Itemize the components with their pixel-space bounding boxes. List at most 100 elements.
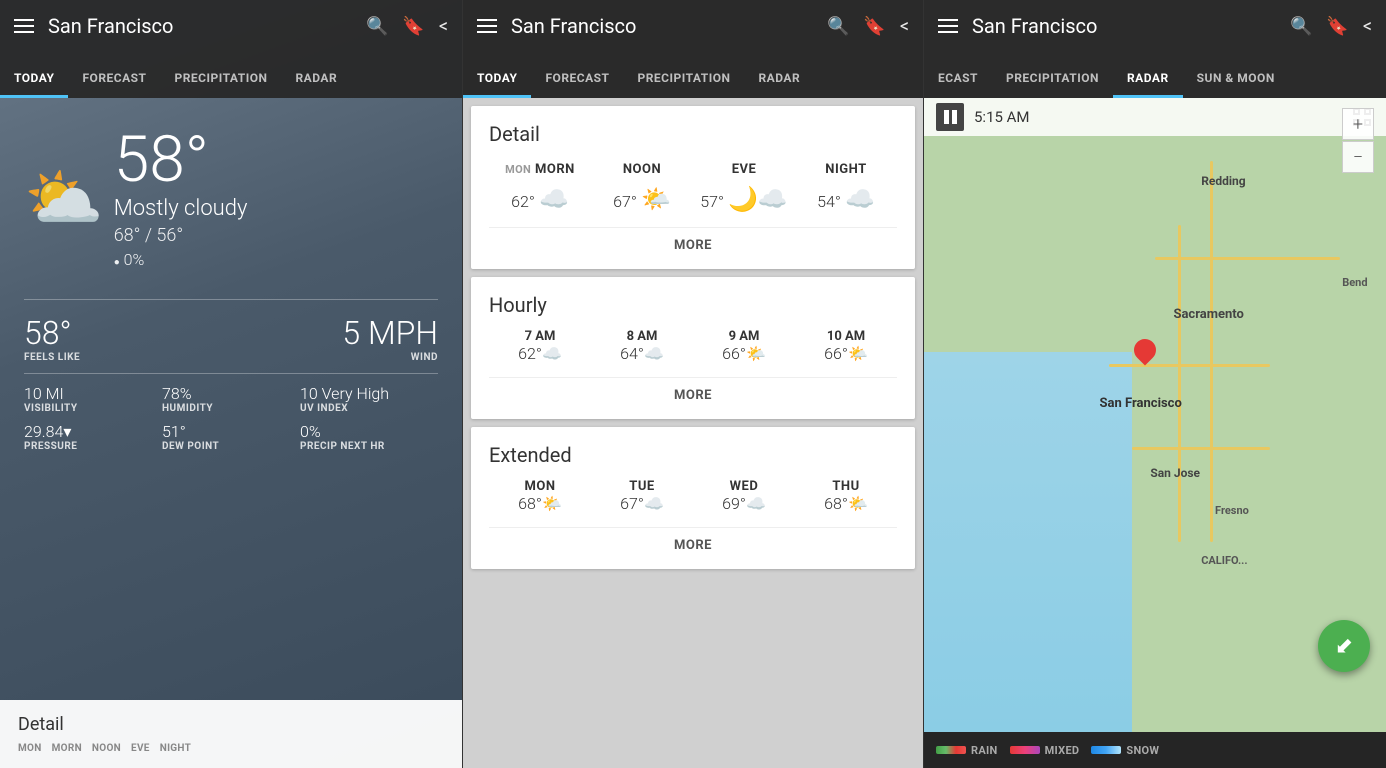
legend-snow-label: SNOW bbox=[1126, 744, 1159, 757]
precip-hr-stat: 0% PRECIP NEXT HR bbox=[300, 422, 438, 452]
right-bookmark-icon[interactable]: 🔖 bbox=[1326, 16, 1348, 37]
extended-temp-3: 68°🌤️ bbox=[795, 494, 897, 513]
right-menu-icon[interactable] bbox=[938, 19, 958, 33]
feels-label: FEELS LIKE bbox=[24, 352, 80, 363]
share-icon[interactable]: < bbox=[439, 16, 448, 37]
detail-data-2: 57° 🌙☁️ bbox=[693, 185, 795, 213]
zoom-out-button[interactable]: − bbox=[1342, 141, 1374, 173]
detail-col-1: NOON bbox=[591, 158, 693, 177]
middle-search-icon[interactable]: 🔍 bbox=[827, 16, 849, 37]
detail-period-0: MORN bbox=[535, 162, 575, 177]
hourly-time-1: 8 AM bbox=[591, 329, 693, 344]
detail-data-1: 67° 🌤️ bbox=[591, 185, 693, 213]
extended-col-1: TUE 67°☁️ bbox=[591, 479, 693, 513]
middle-bookmark-icon[interactable]: 🔖 bbox=[863, 16, 885, 37]
detail-col-3: NIGHT bbox=[795, 158, 897, 177]
detail-icon-2: 🌙☁️ bbox=[728, 185, 788, 213]
right-search-icon[interactable]: 🔍 bbox=[1290, 16, 1312, 37]
extended-icon-2: ☁️ bbox=[746, 494, 766, 513]
map-background: Redding Sacramento San Francisco San Jos… bbox=[924, 98, 1386, 732]
legend-mixed: MIXED bbox=[1010, 744, 1080, 757]
extended-temp-2: 69°☁️ bbox=[693, 494, 795, 513]
right-city-title: San Francisco bbox=[972, 14, 1276, 38]
tab-radar-middle[interactable]: RADAR bbox=[744, 59, 814, 98]
weather-top: ⛅ 58° Mostly cloudy 68° / 56° ● 0% bbox=[24, 128, 438, 269]
detail-period-3: NIGHT bbox=[160, 743, 191, 754]
tab-forecast-left[interactable]: FORECAST bbox=[68, 59, 160, 98]
tab-ecast-right[interactable]: ECAST bbox=[924, 59, 992, 98]
menu-icon[interactable] bbox=[14, 19, 34, 33]
zoom-in-button[interactable]: + bbox=[1342, 108, 1374, 140]
middle-menu-icon[interactable] bbox=[477, 19, 497, 33]
humidity-stat: 78% HUMIDITY bbox=[162, 384, 300, 414]
legend-snow: SNOW bbox=[1091, 744, 1159, 757]
extended-more-link[interactable]: MORE bbox=[489, 527, 897, 553]
hourly-col-0: 7 AM 62°☁️ bbox=[489, 329, 591, 363]
search-icon[interactable]: 🔍 bbox=[366, 16, 388, 37]
feels-temp: 58° bbox=[24, 314, 80, 352]
hourly-more-link[interactable]: MORE bbox=[489, 377, 897, 403]
tab-forecast-middle[interactable]: FORECAST bbox=[531, 59, 623, 98]
extended-icon-1: ☁️ bbox=[644, 494, 664, 513]
hi-lo-text: 68° / 56° bbox=[114, 225, 248, 246]
wind-speed: 5 MPH bbox=[342, 314, 438, 352]
dew-point-stat: 51° DEW POINT bbox=[162, 422, 300, 452]
extended-col-0: MON 68°🌤️ bbox=[489, 479, 591, 513]
hourly-title: Hourly bbox=[489, 293, 897, 317]
precip-text: ● 0% bbox=[114, 250, 248, 269]
map-label-sf: San Francisco bbox=[1100, 396, 1182, 411]
pause-button[interactable] bbox=[936, 103, 964, 131]
detail-period-3: NIGHT bbox=[825, 162, 866, 177]
bookmark-icon[interactable]: 🔖 bbox=[402, 16, 424, 37]
tab-sun-moon-right[interactable]: SUN & MOON bbox=[1183, 59, 1289, 98]
tab-today-left[interactable]: TODAY bbox=[0, 59, 68, 98]
panel-right: San Francisco 🔍 🔖 < ECAST PRECIPITATION … bbox=[924, 0, 1386, 768]
detail-data-3: 54° ☁️ bbox=[795, 185, 897, 213]
hourly-icon-3: 🌤️ bbox=[848, 344, 868, 363]
layers-fab[interactable]: ⬋ bbox=[1318, 620, 1370, 672]
extended-row: MON 68°🌤️ TUE 67°☁️ WED 69°☁️ THU 68°🌤️ bbox=[489, 479, 897, 513]
tab-precip-right[interactable]: PRECIPITATION bbox=[992, 59, 1113, 98]
tab-radar-right[interactable]: RADAR bbox=[1113, 59, 1183, 98]
detail-header-row: MON MORN NOON EVE NIGHT bbox=[489, 158, 897, 177]
detail-day: MON bbox=[505, 163, 531, 176]
detail-day-label: MON bbox=[18, 743, 42, 754]
left-header: San Francisco 🔍 🔖 < bbox=[0, 0, 462, 52]
extended-day-2: WED bbox=[693, 479, 795, 494]
map-label-sacramento: Sacramento bbox=[1173, 307, 1243, 322]
map-container[interactable]: Redding Sacramento San Francisco San Jos… bbox=[924, 98, 1386, 732]
hourly-temp-0: 62°☁️ bbox=[489, 344, 591, 363]
hourly-time-0: 7 AM bbox=[489, 329, 591, 344]
tab-radar-left[interactable]: RADAR bbox=[281, 59, 351, 98]
legend-rain: RAIN bbox=[936, 744, 998, 757]
tab-precipitation-middle[interactable]: PRECIPITATION bbox=[624, 59, 745, 98]
hourly-col-1: 8 AM 64°☁️ bbox=[591, 329, 693, 363]
detail-col-0: MON MORN bbox=[489, 158, 591, 177]
detail-more-link[interactable]: MORE bbox=[489, 227, 897, 253]
detail-col-2: EVE bbox=[693, 158, 795, 177]
middle-share-icon[interactable]: < bbox=[900, 16, 909, 37]
extended-icon-3: 🌤️ bbox=[848, 494, 868, 513]
detail-card: Detail MON MORN NOON EVE NIGHT 62° bbox=[471, 106, 915, 269]
right-tabs: ECAST PRECIPITATION RADAR SUN & MOON bbox=[924, 52, 1386, 98]
tab-precipitation-left[interactable]: PRECIPITATION bbox=[161, 59, 282, 98]
extended-col-3: THU 68°🌤️ bbox=[795, 479, 897, 513]
divider bbox=[24, 373, 438, 374]
hourly-col-3: 10 AM 66°🌤️ bbox=[795, 329, 897, 363]
extended-day-1: TUE bbox=[591, 479, 693, 494]
legend-mixed-color bbox=[1010, 746, 1040, 754]
detail-icon-1: 🌤️ bbox=[641, 185, 671, 213]
right-share-icon[interactable]: < bbox=[1363, 16, 1372, 37]
map-label-califo: CALIFO... bbox=[1201, 554, 1247, 567]
detail-data-row: 62° ☁️ 67° 🌤️ 57° 🌙☁️ 54° ☁️ bbox=[489, 185, 897, 213]
hourly-col-2: 9 AM 66°🌤️ bbox=[693, 329, 795, 363]
detail-card-bottom: Detail MON MORN NOON EVE NIGHT bbox=[0, 700, 462, 768]
detail-title: Detail bbox=[489, 122, 897, 146]
map-label-sanjose: San Jose bbox=[1150, 466, 1200, 480]
map-label-fresno: Fresno bbox=[1215, 504, 1249, 517]
middle-scroll[interactable]: Detail MON MORN NOON EVE NIGHT 62° bbox=[463, 98, 923, 768]
layers-icon: ⬋ bbox=[1335, 634, 1353, 659]
hourly-temp-3: 66°🌤️ bbox=[795, 344, 897, 363]
map-label-redding: Redding bbox=[1201, 174, 1245, 188]
tab-today-middle[interactable]: TODAY bbox=[463, 59, 531, 98]
